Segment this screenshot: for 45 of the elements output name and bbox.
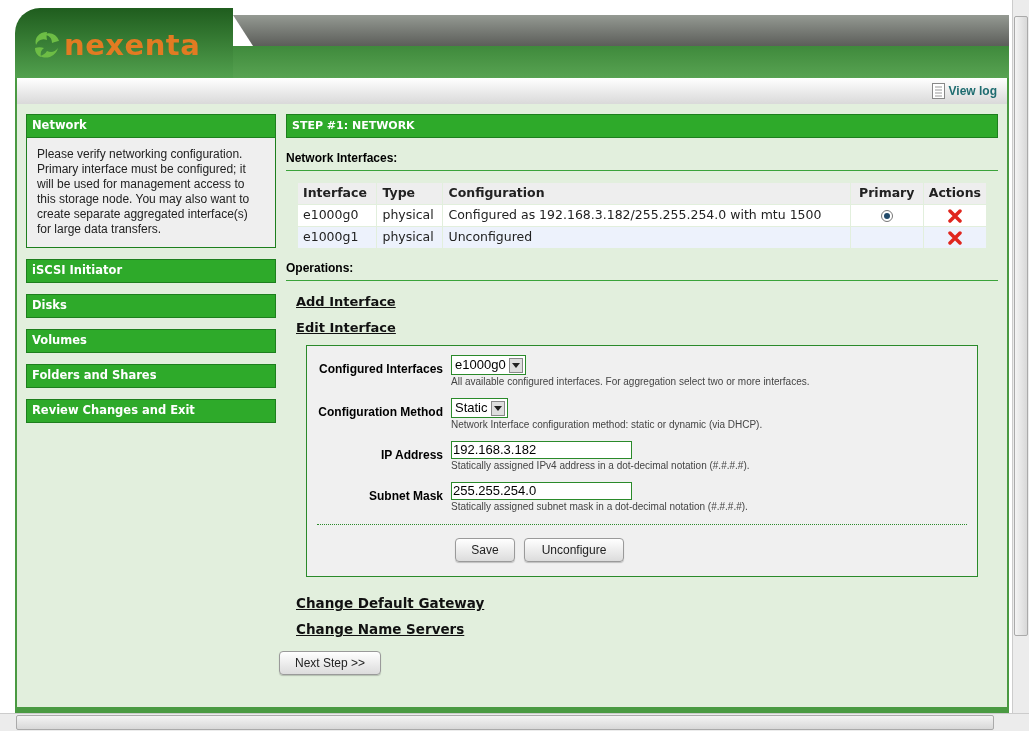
table-cell: Unconfigured [443, 226, 851, 249]
dropdown[interactable]: Static [451, 398, 508, 418]
caret-icon [490, 400, 505, 416]
table-cell: Configured as 192.168.3.182/255.255.254.0 with mtu 1500 [443, 204, 851, 227]
section-description: Please verify networking configuration. Primary interface must be configured; it will be used for management access to this storage node. You may also want to create separate aggregated interface(s) for large data transfers. [26, 138, 276, 248]
field-hint: Statically assigned IPv4 address in a dot-decimal notation (#.#.#.#). [451, 460, 750, 472]
field-hint: Statically assigned subnet mask in a dot-decimal notation (#.#.#.#). [451, 501, 748, 513]
document-icon [931, 83, 945, 99]
table-cell: e1000g0 [297, 204, 377, 227]
next-step-button[interactable]: Next Step >> [279, 651, 381, 675]
view-log-link[interactable]: View log [948, 82, 997, 100]
delete-icon[interactable] [947, 208, 962, 223]
primary-radio[interactable] [880, 209, 893, 222]
caret-icon [508, 357, 523, 373]
field-label: Configuration Method [318, 405, 443, 419]
form-button[interactable]: Save [455, 538, 515, 562]
table-cell: physical [376, 204, 443, 227]
horizontal-scrollbar[interactable] [0, 713, 1029, 731]
field-hint: Network Interface configuration method: static or dynamic (via DHCP). [451, 419, 763, 431]
input-field[interactable]: 192.168.3.182 [451, 441, 632, 459]
field-hint: All available configured interfaces. For aggregation select two or more interfaces. [451, 376, 810, 388]
logo-text: nexenta [64, 30, 201, 60]
swirl-logo-icon [32, 30, 62, 60]
dropdown[interactable]: e1000g0 [451, 355, 526, 375]
form-button[interactable]: Unconfigure [524, 538, 624, 562]
vertical-scrollbar[interactable] [1012, 0, 1029, 713]
column-header: Actions [923, 182, 987, 205]
table-cell: physical [376, 226, 443, 249]
column-header: Type [376, 182, 443, 205]
operation-link[interactable]: Change Name Servers [296, 621, 465, 638]
input-field[interactable]: 255.255.254.0 [451, 482, 632, 500]
column-header: Configuration [443, 182, 851, 205]
section-heading: Operations: [286, 259, 998, 281]
operation-link[interactable]: Add Interface [296, 293, 396, 310]
column-header: Primary [850, 182, 924, 205]
field-label: IP Address [380, 448, 443, 462]
column-header: Interface [297, 182, 377, 205]
table-cell: e1000g1 [297, 226, 377, 249]
field-label: Configured Interfaces [318, 362, 443, 376]
section-heading: Network Interfaces: [286, 149, 998, 171]
step-header: STEP #1: NETWORK [286, 114, 998, 138]
delete-icon[interactable] [947, 230, 962, 245]
operation-link[interactable]: Change Default Gateway [296, 595, 485, 612]
field-label: Subnet Mask [369, 489, 443, 503]
operation-link[interactable]: Edit Interface [296, 319, 396, 336]
